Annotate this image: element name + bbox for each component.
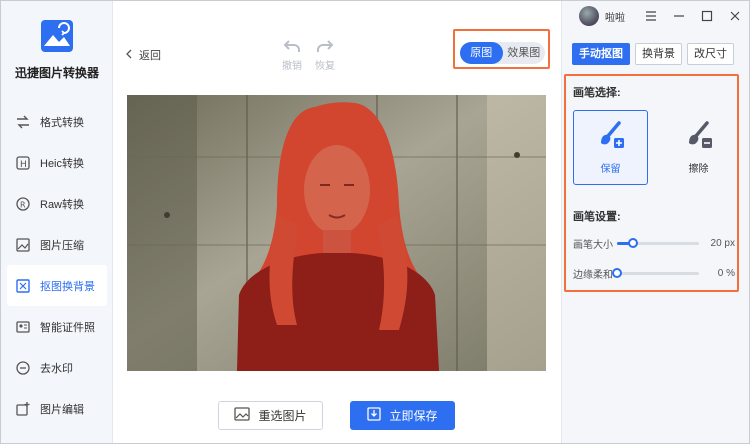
sidebar-item-label: 去水印: [40, 362, 73, 375]
sidebar-item-label: 图片压缩: [40, 239, 84, 252]
sidebar-nav: 格式转换 H Heic转换 R Raw转换 图片压缩 抠图换背景 智能证件照 去…: [1, 101, 113, 429]
tab-change-background[interactable]: 换背景: [635, 43, 682, 65]
sidebar-item-label: 抠图换背景: [40, 280, 95, 293]
sidebar-item-label: 图片编辑: [40, 403, 84, 416]
brush-settings-heading: 画笔设置:: [573, 211, 621, 223]
tab-resize[interactable]: 改尺寸: [687, 43, 734, 65]
view-toggle: 原图 效果图: [460, 42, 545, 64]
view-result-button[interactable]: 效果图: [503, 42, 546, 64]
brush-plus-icon: [597, 120, 625, 152]
sidebar-item-label: 格式转换: [40, 116, 84, 129]
brush-size-slider[interactable]: [617, 237, 699, 248]
brush-size-value: 20 px: [710, 237, 735, 249]
app-logo-icon: [40, 19, 74, 53]
brush-minus-icon: [685, 120, 713, 152]
cutout-icon: [14, 277, 32, 295]
heic-icon: H: [14, 154, 32, 172]
format-convert-icon: [14, 113, 32, 131]
sidebar-item-label: Raw转换: [40, 198, 85, 211]
brush-size-label: 画笔大小: [573, 239, 613, 251]
slider-handle[interactable]: [612, 267, 622, 278]
maximize-icon[interactable]: [693, 5, 721, 27]
sidebar-item-raw[interactable]: R Raw转换: [1, 183, 113, 224]
sidebar-item-format-convert[interactable]: 格式转换: [1, 101, 113, 142]
raw-icon: R: [14, 195, 32, 213]
brush-size-row: 画笔大小 20 px: [573, 236, 735, 251]
reselect-image-button[interactable]: 重选图片: [218, 401, 323, 430]
chevron-left-icon: [125, 49, 133, 62]
save-icon: [367, 407, 382, 424]
avatar[interactable]: [579, 6, 599, 26]
brush-keep-button[interactable]: 保留: [573, 110, 648, 185]
brush-erase-label: 擦除: [688, 163, 709, 175]
sidebar-item-image-edit[interactable]: 图片编辑: [1, 388, 113, 429]
save-label: 立即保存: [389, 409, 438, 423]
undo-button[interactable]: 撤销: [277, 39, 307, 72]
app-title: 迅捷图片转换器: [14, 66, 99, 80]
sidebar-item-id-photo[interactable]: 智能证件照: [1, 306, 113, 347]
watermark-icon: [14, 359, 32, 377]
edge-soft-value: 0 %: [717, 267, 735, 279]
sidebar-item-compress[interactable]: 图片压缩: [1, 224, 113, 265]
redo-icon: [310, 39, 340, 53]
slider-handle[interactable]: [628, 237, 639, 248]
save-now-button[interactable]: 立即保存: [350, 401, 455, 430]
redo-button[interactable]: 恢复: [310, 39, 340, 72]
tab-manual-cutout[interactable]: 手动抠图: [572, 43, 630, 65]
edge-soft-label: 边缘柔和: [573, 269, 613, 281]
compress-icon: [14, 236, 32, 254]
view-original-button[interactable]: 原图: [460, 42, 503, 64]
sidebar-item-heic[interactable]: H Heic转换: [1, 142, 113, 183]
sidebar: 迅捷图片转换器 格式转换 H Heic转换 R Raw转换 图片压缩 抠图换背景…: [1, 1, 113, 443]
id-photo-icon: [14, 318, 32, 336]
brush-erase-button[interactable]: 擦除: [661, 110, 736, 185]
edge-soft-slider[interactable]: [612, 267, 699, 278]
sidebar-item-cutout[interactable]: 抠图换背景: [7, 265, 107, 306]
undo-icon: [277, 39, 307, 53]
app-window: 迅捷图片转换器 格式转换 H Heic转换 R Raw转换 图片压缩 抠图换背景…: [0, 0, 750, 444]
sidebar-item-label: Heic转换: [40, 157, 85, 170]
username[interactable]: 啦啦: [605, 9, 637, 24]
image-icon: [234, 407, 251, 424]
menu-icon[interactable]: [637, 5, 665, 27]
image-canvas[interactable]: [127, 95, 546, 371]
svg-text:R: R: [20, 200, 26, 209]
undo-label: 撤销: [282, 61, 302, 72]
brush-keep-label: 保留: [600, 163, 621, 175]
brush-select-heading: 画笔选择:: [573, 87, 621, 99]
back-button[interactable]: 返回: [125, 47, 161, 63]
photo-preview: [127, 95, 546, 371]
sidebar-item-watermark[interactable]: 去水印: [1, 347, 113, 388]
edge-soft-row: 边缘柔和 0 %: [573, 266, 735, 281]
sidebar-item-label: 智能证件照: [40, 321, 95, 334]
image-edit-icon: [14, 400, 32, 418]
close-icon[interactable]: [721, 5, 749, 27]
redo-label: 恢复: [315, 61, 335, 72]
back-label: 返回: [139, 50, 161, 62]
svg-text:H: H: [20, 160, 27, 170]
minimize-icon[interactable]: [665, 5, 693, 27]
reselect-label: 重选图片: [258, 409, 307, 423]
title-bar: 啦啦: [579, 5, 749, 27]
panel-tabs: 手动抠图 换背景 改尺寸: [572, 43, 734, 65]
